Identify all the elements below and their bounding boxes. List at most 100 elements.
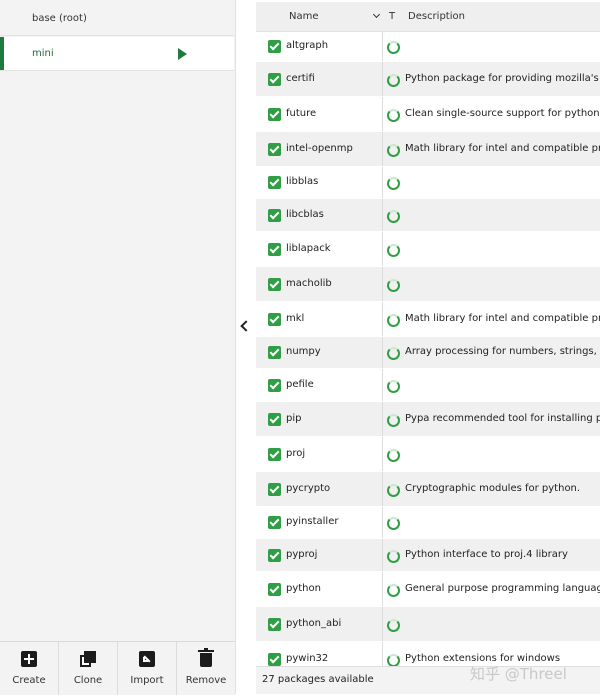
table-row[interactable]: proj [256,437,600,472]
import-label: Import [130,675,164,686]
table-row[interactable]: mkl Math library for intel and compatible… [256,302,600,337]
column-divider [382,62,383,96]
table-row[interactable]: pip Pypa recommended tool for installing … [256,402,600,437]
chevron-down-icon[interactable] [372,10,381,19]
package-status-icon [387,109,400,122]
play-icon[interactable] [178,48,187,60]
package-name: altgraph [286,40,329,51]
package-name: pip [286,413,302,424]
package-name: mkl [286,313,305,324]
clone-icon [80,651,96,667]
table-row[interactable]: libcblas [256,199,600,232]
table-header: Name T Description [256,2,600,32]
remove-icon [198,648,214,667]
column-header-description[interactable]: Description [408,11,465,22]
table-row[interactable]: pyinstaller [256,507,600,539]
package-checkbox[interactable] [268,346,281,359]
watermark-text: 知乎 @Threel [470,665,567,683]
package-checkbox[interactable] [268,143,281,156]
package-description: Math library for intel and compatible pr… [405,143,600,154]
column-header-name[interactable]: Name [289,11,319,22]
package-checkbox[interactable] [268,243,281,256]
package-checkbox[interactable] [268,108,281,121]
package-name: pefile [286,379,314,390]
package-status-icon [387,449,400,462]
env-name: base (root) [32,13,87,24]
import-button[interactable]: Import [118,642,177,695]
package-status-icon [387,550,400,563]
table-row[interactable]: libblas [256,167,600,199]
column-header-type[interactable]: T [389,11,395,22]
clone-button[interactable]: Clone [59,642,118,695]
package-checkbox[interactable] [268,313,281,326]
table-row[interactable]: numpy Array processing for numbers, strin… [256,337,600,369]
package-checkbox[interactable] [268,413,281,426]
package-checkbox[interactable] [268,653,281,666]
package-checkbox[interactable] [268,73,281,86]
package-description: Clean single-source support for python 3… [405,108,600,119]
package-status-icon [387,244,400,257]
package-description: General purpose programming language [405,583,600,594]
package-checkbox[interactable] [268,40,281,53]
collapse-panel-handle[interactable] [236,0,255,694]
create-button[interactable]: Create [0,642,59,695]
package-status-icon [387,414,400,427]
package-checkbox[interactable] [268,209,281,222]
table-row[interactable]: liblapack [256,232,600,267]
package-name: future [286,108,317,119]
column-divider [382,232,383,266]
packages-count-status: 27 packages available [262,674,374,685]
table-row[interactable]: intel-openmp Math library for intel and c… [256,132,600,167]
remove-label: Remove [185,675,227,686]
package-description: Math library for intel and compatible pr… [405,313,600,324]
column-divider [382,97,383,131]
remove-button[interactable]: Remove [177,642,235,695]
package-name: numpy [286,346,321,357]
package-status-icon [387,484,400,497]
table-row[interactable]: pycrypto Cryptographic modules for python… [256,472,600,507]
table-row[interactable]: pyproj Python interface to proj.4 library [256,539,600,572]
table-row[interactable]: certifi Python package for providing mozi… [256,62,600,97]
package-name: python [286,583,321,594]
package-status-icon [387,380,400,393]
package-checkbox[interactable] [268,516,281,529]
package-name: pywin32 [286,653,329,664]
clone-label: Clone [73,675,103,686]
table-row[interactable]: python_abi [256,607,600,642]
table-row[interactable]: future Clean single-source support for py… [256,97,600,132]
column-divider [382,199,383,231]
column-divider [382,132,383,166]
create-label: Create [12,675,46,686]
env-name: mini [32,48,54,59]
column-divider [382,472,383,506]
package-checkbox[interactable] [268,379,281,392]
package-checkbox[interactable] [268,618,281,631]
table-row[interactable]: python General purpose programming langua… [256,572,600,607]
column-divider [382,369,383,401]
env-item-mini[interactable]: mini [0,37,234,71]
column-divider [382,572,383,606]
environments-panel: base (root) mini Create Clone Import Rem… [0,0,236,695]
package-checkbox[interactable] [268,549,281,562]
column-divider [382,167,383,198]
package-checkbox[interactable] [268,483,281,496]
chevron-left-icon[interactable] [240,320,252,332]
package-name: libcblas [286,209,324,220]
column-divider [382,267,383,301]
package-checkbox[interactable] [268,583,281,596]
package-status-icon [387,41,400,54]
table-row[interactable]: altgraph [256,32,600,62]
table-row[interactable]: macholib [256,267,600,302]
package-name: certifi [286,73,315,84]
env-item-base-root[interactable]: base (root) [0,2,234,36]
package-status-icon [387,584,400,597]
package-checkbox[interactable] [268,176,281,189]
package-description: Python package for providing mozilla's c… [405,73,600,84]
column-divider [382,32,383,61]
column-divider [382,607,383,641]
package-checkbox[interactable] [268,448,281,461]
table-row[interactable]: pefile [256,369,600,402]
package-status-icon [387,619,400,632]
package-checkbox[interactable] [268,278,281,291]
package-status-icon [387,279,400,292]
